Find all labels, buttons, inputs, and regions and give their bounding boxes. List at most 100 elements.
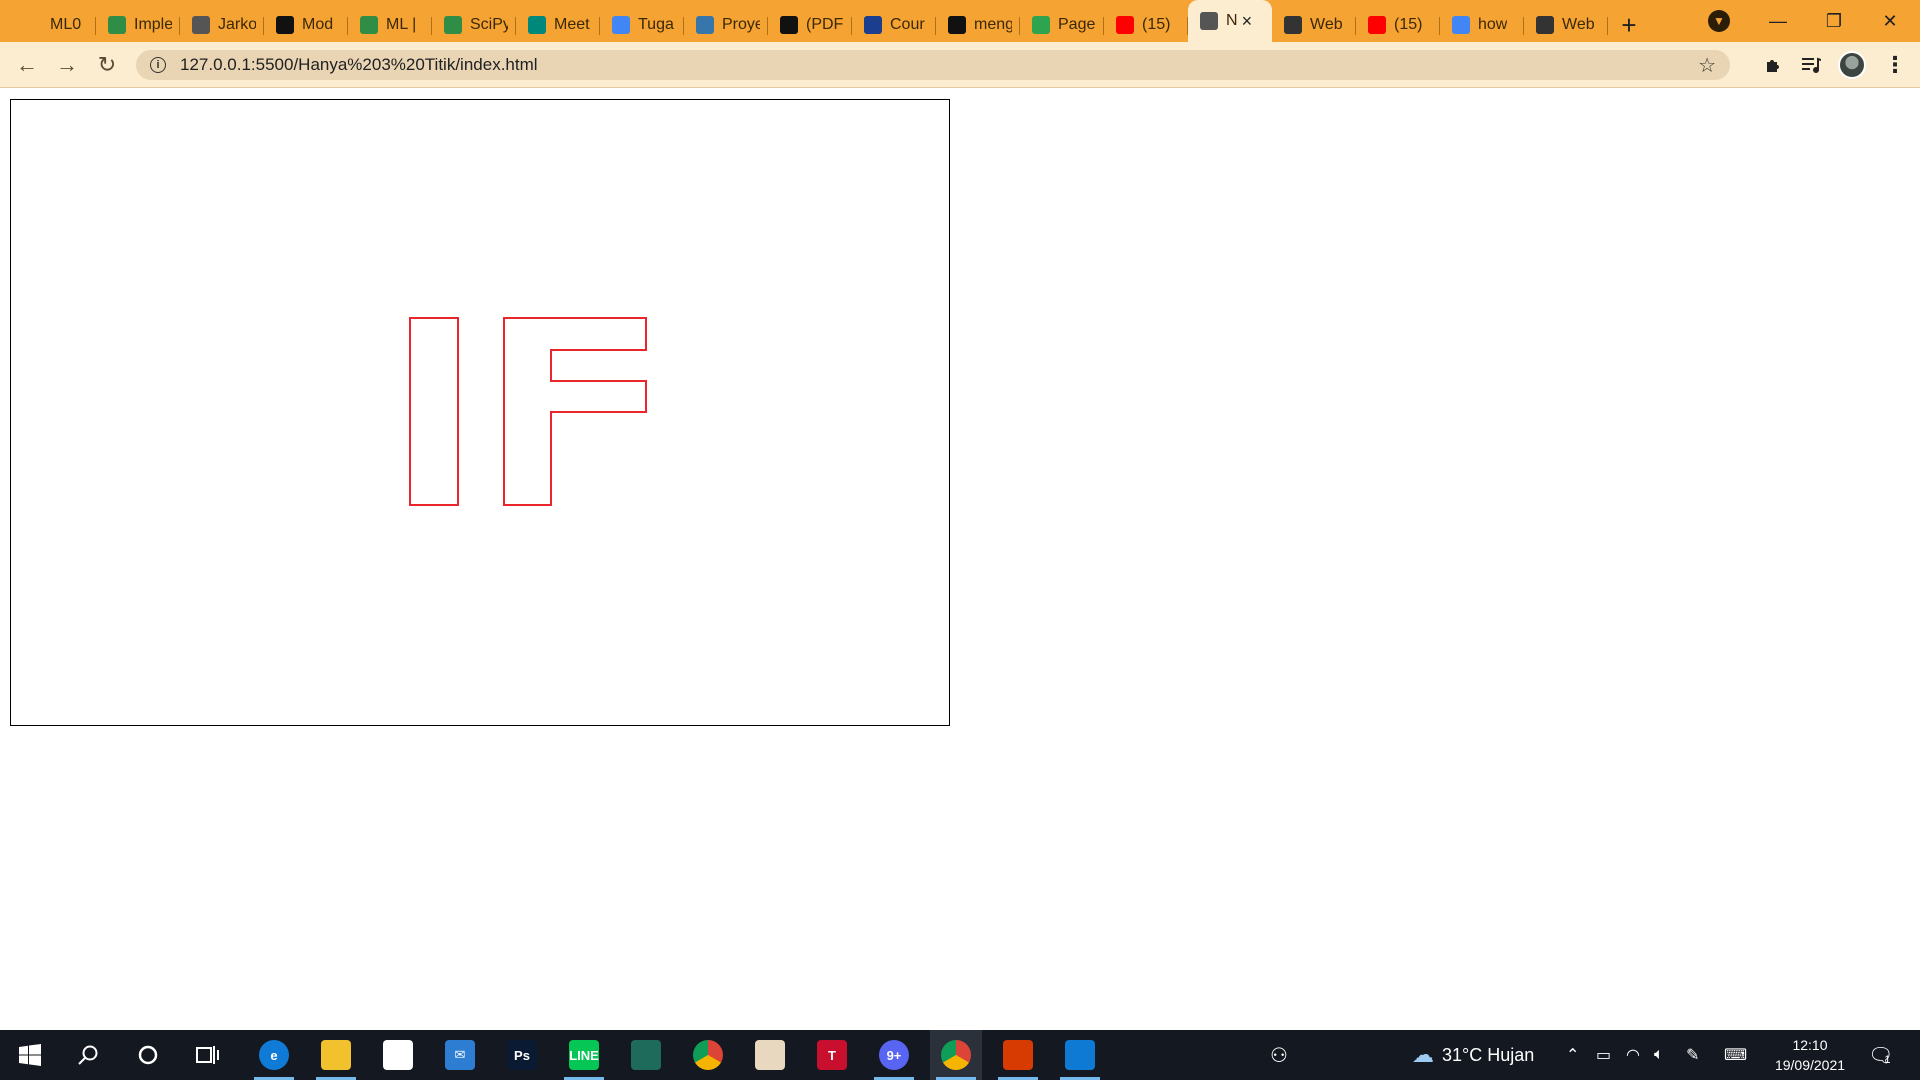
taskbar-app-t-app[interactable]: T — [806, 1030, 858, 1080]
tab-8[interactable]: Proye — [684, 8, 768, 42]
taskbar-app-app-green[interactable] — [620, 1030, 672, 1080]
letter-f-outline — [503, 317, 647, 506]
wifi-icon: ◠ — [1626, 1047, 1640, 1064]
tab-title: (15) — [1142, 16, 1171, 33]
python-icon — [696, 16, 714, 34]
restore-icon: ❐ — [1825, 10, 1843, 31]
bookmark-star-icon[interactable]: ☆ — [1698, 53, 1716, 78]
line-icon: LINE — [569, 1040, 599, 1070]
tab-7[interactable]: Tuga — [600, 8, 684, 42]
tab-5[interactable]: SciPy — [432, 8, 516, 42]
restore-button[interactable]: ❐ — [1806, 0, 1862, 42]
github-icon — [948, 16, 966, 34]
taskbar-app-store[interactable] — [372, 1030, 424, 1080]
tab-title: Page — [1058, 16, 1096, 33]
network-indicator[interactable]: ◠ — [1626, 1030, 1640, 1080]
new-tab-button[interactable]: + — [1608, 8, 1650, 42]
touch-keyboard-button[interactable]: ⌨ — [1724, 1030, 1747, 1080]
taskbar-app-photoshop[interactable]: Ps — [496, 1030, 548, 1080]
volume-indicator[interactable]: 🔈︎ — [1654, 1030, 1664, 1080]
app-green-icon — [631, 1040, 661, 1070]
tab-18[interactable]: Web — [1524, 8, 1608, 42]
chrome-active-icon — [941, 1040, 971, 1070]
loading-icon — [24, 16, 42, 34]
battery-indicator[interactable]: ▭ — [1596, 1030, 1611, 1080]
tab-title: Meet — [554, 16, 590, 33]
minimize-button[interactable]: — — [1750, 0, 1806, 42]
taskbar-app-file-explorer[interactable] — [310, 1030, 362, 1080]
tab-6[interactable]: Meet — [516, 8, 600, 42]
close-tab-icon[interactable]: × — [1242, 11, 1253, 32]
reload-button[interactable]: ↻ — [90, 48, 124, 82]
tab-1[interactable]: Imple — [96, 8, 180, 42]
task-view-button[interactable] — [182, 1030, 234, 1080]
forward-button[interactable]: → — [50, 48, 84, 82]
back-arrow-icon: ← — [16, 52, 38, 77]
start-button[interactable] — [4, 1030, 56, 1080]
youtube-icon — [1368, 16, 1386, 34]
tab-2[interactable]: Jarko — [180, 8, 264, 42]
tab-11[interactable]: meng — [936, 8, 1020, 42]
tab-17[interactable]: how — [1440, 8, 1524, 42]
tab-search-icon[interactable]: ▼ — [1708, 10, 1730, 32]
tab-title: Jarko — [218, 16, 256, 33]
minimize-icon: — — [1769, 10, 1787, 31]
action-center-button[interactable]: 🗨︎ 1 — [1868, 1030, 1893, 1080]
tab-15[interactable]: Web — [1272, 8, 1356, 42]
taskbar-app-office[interactable] — [992, 1030, 1044, 1080]
taskbar-app-line[interactable]: LINE — [558, 1030, 610, 1080]
tab-12[interactable]: Page — [1020, 8, 1104, 42]
tab-3[interactable]: Mod — [264, 8, 348, 42]
tab-9[interactable]: (PDF — [768, 8, 852, 42]
site-info-icon[interactable]: i — [150, 57, 166, 73]
tab-title: Web — [1562, 16, 1595, 33]
github-pages-icon — [1032, 16, 1050, 34]
tab-title: N — [1226, 12, 1238, 29]
tab-4[interactable]: ML | — [348, 8, 432, 42]
tab-10[interactable]: Cour — [852, 8, 936, 42]
tab-16[interactable]: (15) — [1356, 8, 1440, 42]
tab-title: how — [1478, 16, 1508, 33]
puzzle-icon — [1767, 60, 1779, 72]
tab-strip: ML0 Imple Jarko Mod ML | SciPy Meet Tuga Proye (P… — [0, 0, 1920, 42]
extensions-button[interactable] — [1758, 50, 1788, 80]
menu-button[interactable]: ⋮ — [1880, 50, 1910, 80]
taskbar-app-vscode[interactable] — [1054, 1030, 1106, 1080]
taskbar-app-chrome-active[interactable] — [930, 1030, 982, 1080]
store-icon — [383, 1040, 413, 1070]
pen-workspace-button[interactable]: ✎ — [1686, 1030, 1699, 1080]
tab-title: Mod — [302, 16, 334, 33]
taskbar-app-anime-app[interactable] — [744, 1030, 796, 1080]
windows-logo-icon — [19, 1044, 41, 1066]
search-icon — [78, 1045, 98, 1065]
taskbar-app-mail[interactable]: ✉ — [434, 1030, 486, 1080]
cortana-button[interactable] — [122, 1030, 174, 1080]
tab-13[interactable]: (15) — [1104, 8, 1188, 42]
search-button[interactable] — [62, 1030, 114, 1080]
kebab-menu-icon: ⋮ — [1884, 52, 1906, 77]
cloud-rain-icon: ☁ — [1412, 1042, 1434, 1067]
people-button[interactable]: ⚇ — [1270, 1030, 1288, 1080]
weather-widget[interactable]: ☁ 31°C Hujan — [1412, 1030, 1534, 1080]
profile-avatar[interactable] — [1838, 51, 1866, 79]
taskbar-app-discord-app[interactable]: 9+ — [868, 1030, 920, 1080]
if-letters-drawing: IF — [409, 317, 647, 506]
tab-0[interactable]: ML0 — [12, 8, 96, 42]
notification-count: 1 — [1884, 1054, 1891, 1066]
letter-i-outline — [409, 317, 459, 506]
tab-title: SciPy — [470, 16, 508, 33]
mail-icon: ✉ — [445, 1040, 475, 1070]
show-hidden-icons-button[interactable]: ⌃ — [1566, 1030, 1579, 1080]
tab-title: Tuga — [638, 16, 674, 33]
close-window-button[interactable]: ✕ — [1862, 0, 1918, 42]
webgl-icon — [1536, 16, 1554, 34]
media-controls-button[interactable] — [1796, 50, 1826, 80]
address-bar[interactable]: i 127.0.0.1:5500/Hanya%203%20Titik/index… — [136, 50, 1730, 80]
address-url[interactable]: 127.0.0.1:5500/Hanya%203%20Titik/index.h… — [180, 55, 538, 75]
tab-14[interactable]: N × — [1188, 0, 1272, 42]
discord-app-icon: 9+ — [879, 1040, 909, 1070]
taskbar-app-chrome[interactable] — [682, 1030, 734, 1080]
clock[interactable]: 12:10 19/09/2021 — [1760, 1035, 1860, 1075]
back-button[interactable]: ← — [10, 48, 44, 82]
taskbar-app-edge[interactable]: e — [248, 1030, 300, 1080]
